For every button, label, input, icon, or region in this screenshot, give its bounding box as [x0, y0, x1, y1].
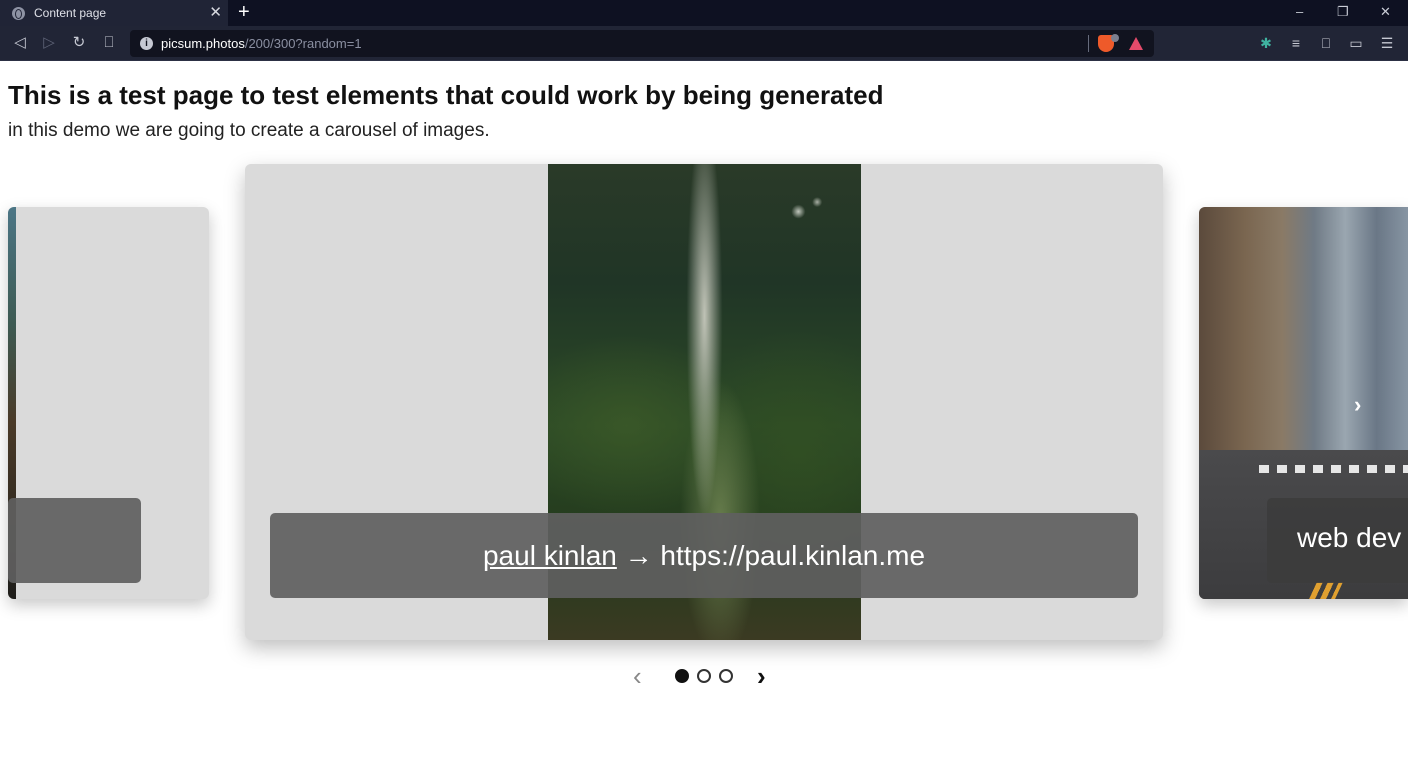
reload-icon[interactable]: ↻: [69, 33, 89, 53]
restore-button[interactable]: ❐: [1337, 3, 1349, 21]
slide-caption: [8, 498, 141, 583]
tab-strip: Content page ✕ + – ❐ ✕: [0, 0, 1408, 26]
omnibox-divider: [1088, 35, 1089, 52]
close-window-button[interactable]: ✕: [1380, 3, 1391, 21]
carousel-next-button[interactable]: ›: [757, 663, 766, 689]
url-path: /200/300?random=1: [244, 36, 362, 51]
slide-caption: paul kinlan → https://paul.kinlan.me: [270, 513, 1138, 598]
address-bar[interactable]: i picsum.photos/200/300?random=1: [130, 30, 1154, 57]
carousel-prev-button[interactable]: ‹: [633, 663, 642, 689]
menu-icon[interactable]: ☰: [1378, 34, 1396, 52]
url-text[interactable]: picsum.photos/200/300?random=1: [161, 36, 362, 51]
tab-title: Content page: [34, 6, 107, 20]
carousel-dot-2[interactable]: [697, 669, 711, 683]
extensions-icon[interactable]: ✱: [1257, 34, 1275, 52]
caption-url: → https://paul.kinlan.me: [616, 540, 926, 571]
forward-icon[interactable]: ▷: [39, 33, 59, 53]
browser-toolbar: ◁ ▷ ↻ ⎕ i picsum.photos/200/300?random=1…: [0, 26, 1408, 61]
url-host: picsum.photos: [161, 36, 245, 51]
shield-badge: [1111, 34, 1119, 42]
back-icon[interactable]: ◁: [10, 33, 30, 53]
carousel-slide-active[interactable]: paul kinlan → https://paul.kinlan.me: [245, 164, 1163, 640]
wallet-icon[interactable]: ▭: [1347, 34, 1365, 52]
globe-icon: [12, 6, 25, 20]
tab-content-page[interactable]: Content page ✕: [0, 0, 228, 26]
tab-close-icon[interactable]: ✕: [209, 4, 222, 22]
slide-caption: web dev: [1267, 498, 1408, 583]
page-content: This is a test page to test elements tha…: [0, 62, 1408, 768]
reading-list-icon[interactable]: ≡: [1287, 34, 1305, 52]
bookmarks-icon[interactable]: ⎕: [1317, 34, 1335, 52]
crosswalk-stripes: [1259, 465, 1408, 473]
info-icon[interactable]: i: [140, 37, 153, 50]
new-tab-button[interactable]: +: [238, 1, 250, 23]
carousel-slide-next[interactable]: › web dev: [1199, 207, 1408, 599]
bookmark-icon[interactable]: ⎕: [99, 33, 119, 53]
page-title: This is a test page to test elements tha…: [8, 80, 884, 110]
rewards-icon[interactable]: [1129, 37, 1143, 50]
carousel-dot-3[interactable]: [719, 669, 733, 683]
author-link[interactable]: paul kinlan: [483, 540, 617, 571]
minimize-button[interactable]: –: [1296, 3, 1303, 21]
chevron-right-icon[interactable]: ›: [1354, 392, 1361, 418]
page-subtitle: in this demo we are going to create a ca…: [8, 120, 490, 141]
carousel-dot-1[interactable]: [675, 669, 689, 683]
carousel-slide-previous[interactable]: [8, 207, 209, 599]
